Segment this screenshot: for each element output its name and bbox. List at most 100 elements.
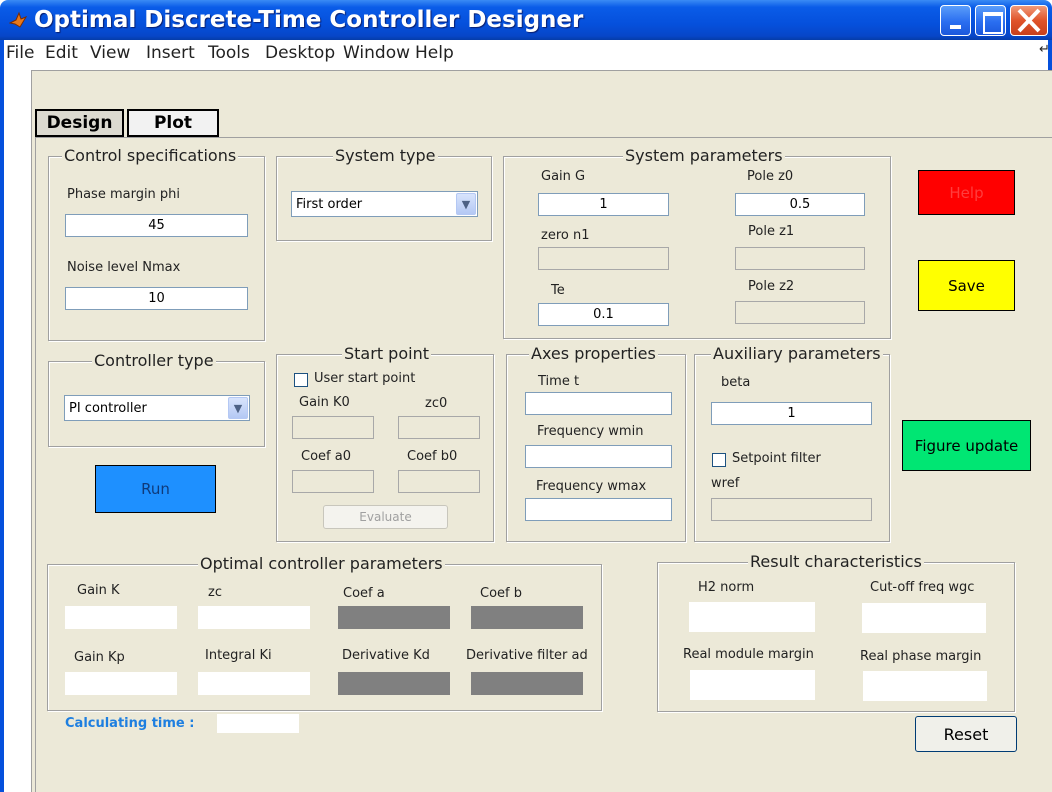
menu-view[interactable]: View [90,43,130,63]
wmax-label: Frequency wmax [536,479,647,494]
derivative-kd-label: Derivative Kd [342,648,430,663]
gain-g-input[interactable]: 1 [538,193,669,216]
close-button[interactable] [1010,5,1048,36]
controller-type-value: PI controller [69,401,147,416]
title-bar: Optimal Discrete-Time Controller Designe… [0,0,1052,40]
derivative-kd-output [338,672,450,695]
wmin-input[interactable] [525,445,672,468]
time-t-input[interactable] [525,392,672,415]
tab-design[interactable]: Design [35,109,124,137]
reset-button[interactable]: Reset [915,716,1017,752]
beta-input[interactable]: 1 [711,402,872,425]
menu-tools[interactable]: Tools [208,43,250,63]
menu-insert[interactable]: Insert [146,43,195,63]
coef-b-label: Coef b [480,586,522,601]
group-title: Auxiliary parameters [711,344,883,364]
coef-a-label: Coef a [343,586,385,601]
chevron-down-icon[interactable]: ▼ [228,397,248,419]
coef-b0-input [398,470,480,493]
menu-window[interactable]: Window [343,43,410,63]
coef-b0-label: Coef b0 [407,449,458,464]
zc-label: zc [208,585,222,600]
group-title: Start point [342,344,431,364]
gain-kp-output [65,672,177,695]
menu-help[interactable]: Help [415,43,454,63]
coef-a0-label: Coef a0 [301,449,351,464]
real-phase-margin-label: Real phase margin [860,649,982,664]
controller-type-select[interactable]: PI controller ▼ [64,395,250,421]
zc-output [198,606,310,629]
te-input[interactable]: 0.1 [538,303,669,326]
wmin-label: Frequency wmin [537,424,644,439]
derivative-filter-label: Derivative filter ad [466,648,588,663]
noise-level-label: Noise level Nmax [67,260,181,275]
group-title: System type [333,146,438,166]
derivative-filter-output [471,672,583,695]
coef-b-output [471,606,583,629]
zc0-input [398,416,480,439]
noise-level-input[interactable]: 10 [65,287,248,310]
integral-ki-label: Integral Ki [205,648,272,663]
pole-z1-input [735,247,865,270]
gain-k0-label: Gain K0 [299,395,350,410]
calculating-time-label: Calculating time : [65,716,195,731]
group-title: Optimal controller parameters [198,554,445,574]
gain-k-output [65,606,177,629]
h2-norm-output [689,602,815,632]
figure-update-button[interactable]: Figure update [902,420,1031,471]
gain-kp-label: Gain Kp [74,650,125,665]
wref-label: wref [711,476,740,491]
wref-input [711,498,872,521]
menu-edit[interactable]: Edit [45,43,78,63]
system-type-select[interactable]: First order ▼ [291,191,478,217]
phase-margin-input[interactable]: 45 [65,214,248,237]
menu-desktop[interactable]: Desktop [265,43,335,63]
user-start-checkbox[interactable] [294,373,308,387]
setpoint-filter-checkbox[interactable] [712,453,726,467]
h2-norm-label: H2 norm [698,580,755,595]
module-margin-label: Real module margin [683,647,814,662]
beta-label: beta [721,375,751,390]
gain-k-label: Gain K [77,583,120,598]
time-t-label: Time t [538,374,580,389]
group-title: System parameters [623,146,785,166]
menu-file[interactable]: File [6,43,34,63]
pole-z0-label: Pole z0 [747,169,794,184]
zero-n1-label: zero n1 [541,228,590,243]
coef-a0-input [292,470,374,493]
close-icon [1017,8,1041,33]
pole-z2-label: Pole z2 [748,279,795,294]
group-title: Axes properties [529,344,658,364]
module-margin-output [690,670,815,700]
window-title: Optimal Discrete-Time Controller Designe… [34,7,584,33]
maximize-button[interactable] [975,5,1006,36]
control-specifications-group: Control specifications [48,146,265,341]
zc0-label: zc0 [425,396,448,411]
pole-z2-input [735,301,865,324]
cutoff-freq-output [862,603,986,633]
integral-ki-output [198,672,310,695]
wmax-input[interactable] [525,498,672,521]
dock-arrow-icon[interactable]: ↵ [1039,42,1050,57]
real-phase-margin-output [863,671,987,701]
zero-n1-input [538,247,669,270]
gain-k0-input [292,416,374,439]
te-label: Te [551,283,565,298]
group-title: Controller type [92,351,216,371]
setpoint-filter-label: Setpoint filter [732,451,821,466]
save-button[interactable]: Save [918,260,1015,311]
pole-z1-label: Pole z1 [748,224,795,239]
menu-bar: File Edit View Insert Tools Desktop Wind… [0,40,1052,66]
minimize-button[interactable] [940,5,971,36]
system-type-value: First order [296,197,363,212]
pole-z0-input[interactable]: 0.5 [735,193,865,216]
tab-plot[interactable]: Plot [127,109,219,137]
group-title: Control specifications [62,146,239,166]
chevron-down-icon[interactable]: ▼ [456,193,476,215]
user-start-label: User start point [314,371,416,386]
run-button[interactable]: Run [95,465,216,513]
group-title: Result characteristics [748,552,924,572]
cutoff-freq-label: Cut-off freq wgc [870,580,975,595]
help-button[interactable]: Help [918,170,1015,215]
evaluate-button: Evaluate [323,505,448,529]
